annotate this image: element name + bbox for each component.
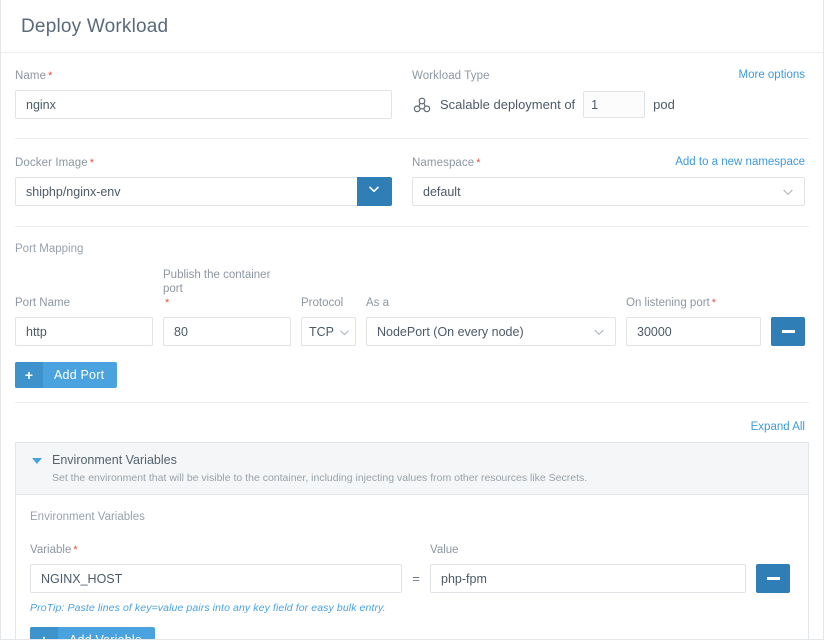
expand-all-row: Expand All (1, 417, 823, 442)
equals-sign: = (412, 571, 420, 586)
spacer-label (402, 534, 430, 564)
workload-type-row: Scalable deployment of pod (412, 90, 805, 119)
variable-label: Variable * (30, 544, 78, 556)
as-a-select[interactable] (366, 317, 616, 346)
triangle-down-icon[interactable] (32, 458, 42, 464)
chevron-down-icon (338, 318, 351, 345)
environment-variables-panel-header[interactable]: Environment Variables Set the environmen… (16, 443, 808, 495)
variable-name-input[interactable] (30, 564, 402, 593)
image-namespace-section: Docker Image* Namespace* Add to a n (1, 139, 823, 226)
divider-3 (15, 402, 809, 403)
environment-variables-panel-title: Environment Variables (52, 453, 177, 467)
add-namespace-link[interactable]: Add to a new namespace (675, 156, 805, 168)
add-variable-label: Add Variable (69, 633, 143, 640)
protip-text: ProTip: Paste lines of key=value pairs i… (30, 602, 386, 614)
docker-image-group: Docker Image * (1, 156, 412, 206)
docker-image-combo (15, 177, 393, 206)
protocol-label: Protocol (301, 297, 344, 309)
name-label: Name * (15, 70, 53, 82)
plus-icon: + (15, 362, 43, 388)
port-mapping-header-row: Port Name Publish the container port* Pr… (1, 268, 823, 346)
value-label: Value (430, 544, 459, 556)
port-mapping-title: Port Mapping (15, 243, 84, 255)
environment-variable-row: Variable* = Value (30, 534, 790, 593)
page-header: Deploy Workload (1, 0, 823, 53)
expand-all-link[interactable]: Expand All (751, 421, 805, 433)
as-a-select-wrap (366, 317, 616, 346)
variable-value-input[interactable] (430, 564, 746, 593)
port-name-label: Port Name (15, 297, 70, 309)
workload-type-group: Workload Type More options Scalable depl… (412, 69, 823, 119)
remove-variable-button[interactable] (756, 564, 790, 593)
minus-icon (781, 330, 795, 333)
required-asterisk: * (89, 157, 95, 169)
protocol-select[interactable]: TCP (301, 317, 356, 346)
workload-type-suffix: pod (653, 97, 675, 112)
environment-variables-panel: Environment Variables Set the environmen… (15, 442, 809, 640)
environment-variables-panel-subtitle: Set the environment that will be visible… (52, 472, 588, 484)
required-asterisk: * (165, 297, 170, 309)
protocol-value: TCP (309, 324, 334, 339)
required-asterisk: * (476, 157, 481, 169)
required-asterisk: * (711, 297, 717, 309)
more-options-link[interactable]: More options (739, 69, 805, 81)
plus-icon: + (30, 627, 58, 639)
add-port-button[interactable]: + Add Port (15, 362, 118, 388)
name-workload-section: Name* Workload Type More options (1, 53, 823, 138)
namespace-group: Namespace * Add to a new namespace (412, 156, 823, 206)
docker-image-dropdown-button[interactable] (356, 177, 393, 206)
name-field-group: Name * (1, 69, 412, 119)
namespace-label: Namespace * (412, 157, 481, 169)
publish-port-label: Publish the container port * (163, 269, 271, 309)
workload-type-label: Workload Type (412, 70, 490, 82)
environment-variables-section-title: Environment Variables (30, 511, 145, 523)
required-asterisk: * (73, 544, 78, 556)
workload-type-prefix: Scalable deployment of (440, 97, 576, 112)
docker-image-label: Docker Image * (15, 157, 95, 169)
chevron-down-icon (366, 181, 382, 202)
as-a-label: As a (366, 297, 390, 309)
name-input[interactable] (15, 90, 393, 119)
namespace-select-wrap (412, 177, 805, 206)
minus-icon (766, 577, 780, 580)
spacer-label (771, 287, 805, 317)
docker-image-input[interactable] (15, 177, 357, 206)
spacer-label (756, 534, 790, 564)
namespace-select[interactable] (412, 177, 805, 206)
deploy-workload-page: Deploy Workload Name* Workload Type More… (0, 0, 824, 640)
add-port-label: Add Port (54, 368, 105, 382)
scalable-deployment-icon (412, 95, 432, 115)
add-variable-button[interactable]: + Add Variable (30, 627, 156, 640)
environment-variables-panel-body: Environment Variables Variable* = Value (16, 495, 808, 640)
container-port-input[interactable] (163, 317, 291, 346)
page-title: Deploy Workload (21, 16, 169, 37)
port-name-input[interactable] (15, 317, 153, 346)
listening-port-input[interactable] (626, 317, 761, 346)
pod-count-input[interactable] (583, 91, 646, 118)
listening-port-label: On listening port * (626, 297, 717, 309)
remove-port-button[interactable] (771, 317, 805, 346)
required-asterisk: * (48, 70, 53, 82)
port-mapping-section: Port Mapping Port Name Publish the conta… (1, 227, 823, 402)
